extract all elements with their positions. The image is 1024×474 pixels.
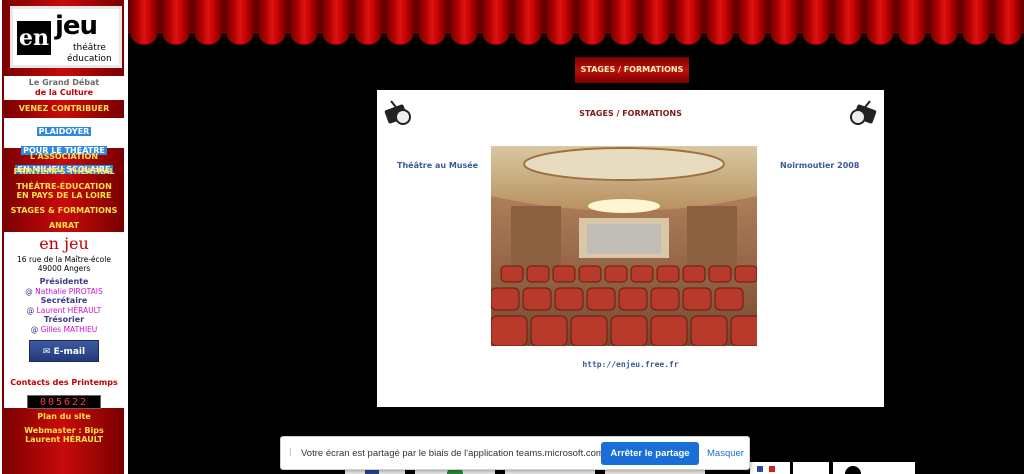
secretary-name: Laurent HÉRAULT — [36, 306, 102, 315]
stage-curtain — [128, 0, 1024, 56]
address-city: 49000 Angers — [37, 264, 91, 273]
stages-formations-tab[interactable]: STAGES / FORMATIONS — [575, 57, 689, 83]
email-button[interactable]: ✉ E-mail — [29, 340, 99, 362]
nav-printemps-theatral[interactable]: PRINTEMPS THÉÂTRAL — [4, 167, 124, 177]
secretary-link[interactable]: @ Laurent HÉRAULT — [4, 306, 124, 315]
nav-pays-de-la-loire[interactable]: EN PAYS DE LA LOIRE — [4, 191, 124, 201]
site-url[interactable]: http://enjeu.free.fr — [377, 360, 884, 369]
nav-venez-contribuer[interactable]: VENEZ CONTRIBUER — [4, 104, 124, 114]
nav-anrat[interactable]: ANRAT — [4, 221, 124, 231]
debat-line2: de la Culture — [34, 88, 94, 97]
logo-theatre: théâtre — [73, 43, 106, 53]
share-message: Votre écran est partagé par le biais de … — [301, 448, 607, 459]
theatre-hall-photo — [491, 146, 757, 346]
nav-stages-formations[interactable]: STAGES & FORMATIONS — [4, 206, 124, 216]
webmaster-name[interactable]: Laurent HÉRAULT — [4, 435, 124, 445]
site-logo[interactable]: en jeu théâtre éducation — [10, 6, 122, 68]
contacts-printemps-link[interactable]: Contacts des Printemps — [4, 378, 124, 387]
logo-education: éducation — [67, 54, 112, 64]
nav-association[interactable]: L'ASSOCIATION — [4, 152, 124, 162]
at-sign: @ — [26, 306, 35, 315]
envelope-icon: ✉ — [42, 347, 51, 357]
grand-debat-banner[interactable]: Le Grand Débat de la Culture — [4, 76, 124, 100]
stop-sharing-button[interactable]: Arrêter le partage — [601, 442, 699, 465]
screen-share-bar: ⁞ Votre écran est partagé par le biais d… — [280, 436, 750, 470]
theatre-au-musee-link[interactable]: Théâtre au Musée — [397, 161, 478, 170]
drag-handle-icon[interactable]: ⁞ — [289, 449, 292, 459]
president-link[interactable]: @ Nathalie PIROTAIS — [4, 287, 124, 296]
secretary-role: Secrétaire — [40, 296, 88, 305]
address-box: en jeu 16 rue de la Maître-école 49000 A… — [4, 232, 124, 409]
address-title: en jeu — [39, 234, 89, 253]
noirmoutier-link[interactable]: Noirmoutier 2008 — [780, 161, 859, 170]
main-panel: STAGES / FORMATIONS Théâtre au Musée Noi… — [377, 90, 884, 407]
sidebar: en jeu théâtre éducation Le Grand Débat … — [0, 0, 128, 474]
at-sign: @ — [25, 287, 33, 296]
visit-counter: 005622 — [27, 395, 101, 409]
president-name: Nathalie PIROTAIS — [35, 287, 103, 296]
president-role: Présidente — [39, 277, 89, 286]
email-label: E-mail — [53, 347, 86, 357]
hide-button[interactable]: Masquer — [707, 448, 744, 459]
debat-line1: Le Grand Débat — [28, 78, 100, 87]
treasurer-name: Gilles MATHIEU — [40, 325, 98, 334]
plaidoyer-banner[interactable]: PLAIDOYER POUR LE THÉÂTRE EN MILIEU SCOL… — [4, 118, 124, 174]
logo-jeu: jeu — [55, 11, 98, 41]
plaidoyer-line1: PLAIDOYER — [36, 127, 92, 136]
treasurer-link[interactable]: @ Gilles MATHIEU — [4, 325, 124, 334]
site-map-link[interactable]: Plan du site — [4, 412, 124, 422]
address-street: 16 rue de la Maître-école — [17, 255, 111, 264]
at-sign: @ — [30, 325, 39, 334]
treasurer-role: Trésorier — [43, 315, 85, 324]
logo-en: en — [17, 21, 51, 55]
panel-title: STAGES / FORMATIONS — [579, 109, 682, 118]
